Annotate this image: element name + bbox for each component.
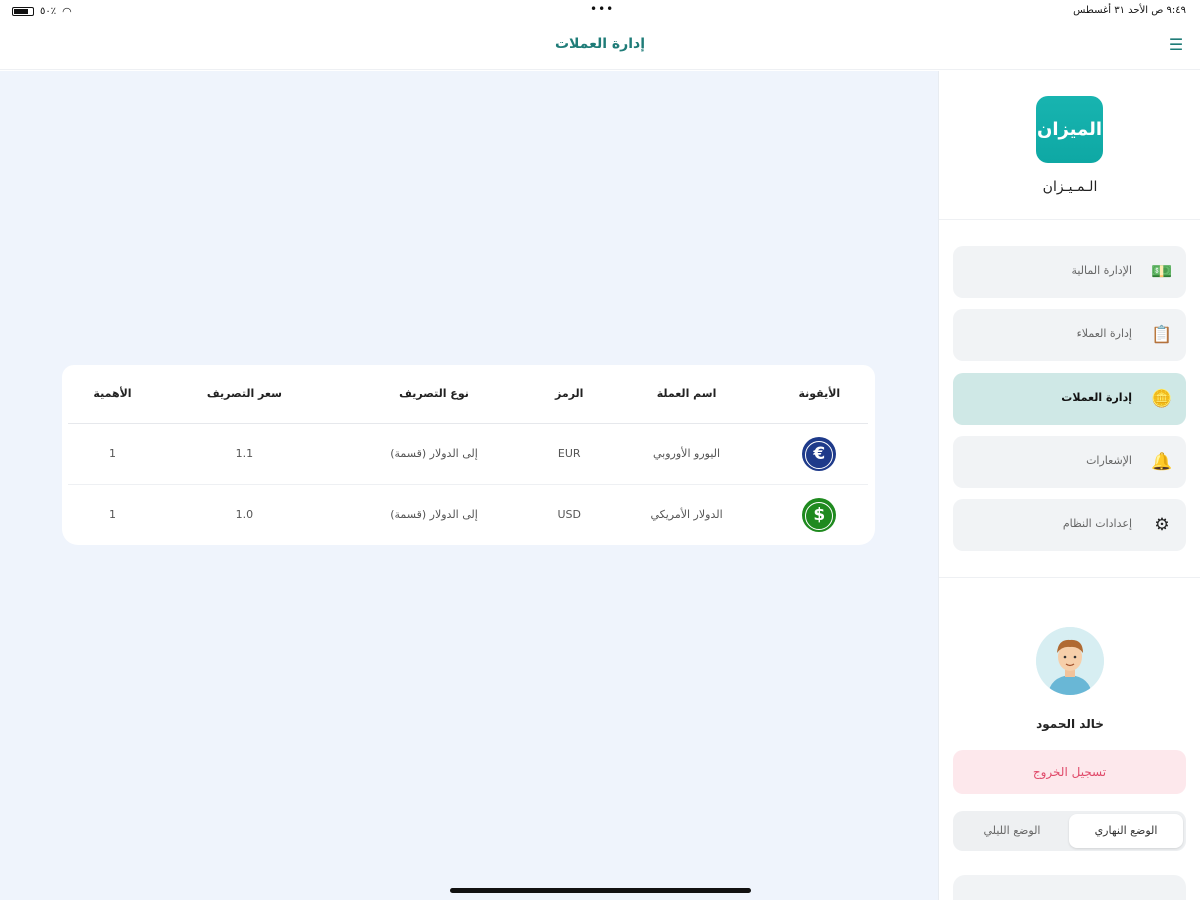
app-logo: الميزان <box>1036 96 1103 163</box>
wifi-icon: ◠ <box>62 5 72 18</box>
sidebar-item-money[interactable]: 💵 الإدارة المالية <box>953 246 1186 298</box>
column-header: اسم العملة <box>602 365 771 424</box>
column-header: سعر التصريف <box>156 365 332 424</box>
battery-icon <box>12 7 34 16</box>
logout-button[interactable]: تسجيل الخروج <box>953 750 1186 794</box>
currency-symbol: € <box>805 440 834 469</box>
user-name: خالد الحمود <box>1036 717 1104 731</box>
sidebar: الميزان الـمـيـزان 💵 الإدارة المالية 📋 إدار… <box>938 71 1200 900</box>
currency-table-card: الأيقونة اسم العملة الرمز نوع التصريف سعر ال… <box>62 365 875 545</box>
sidebar-divider <box>939 577 1200 578</box>
home-indicator[interactable] <box>450 888 751 893</box>
sidebar-item-gear[interactable]: ⚙ إعدادات النظام <box>953 499 1186 551</box>
table-header-row: الأيقونة اسم العملة الرمز نوع التصريف سعر ال… <box>68 365 868 424</box>
coin-icon: 🪙 <box>1151 389 1173 409</box>
sidebar-item-label: إعدادات النظام <box>1062 517 1132 530</box>
theme-mode-toggle: الوضع النهاري الوضع الليلي <box>953 811 1186 851</box>
cell-code: EUR <box>536 423 603 485</box>
cell-code: USD <box>557 508 581 522</box>
sidebar-item-label: الإدارة المالية <box>1071 264 1132 277</box>
currency-symbol: $ <box>805 501 834 530</box>
gear-icon: ⚙ <box>1154 515 1170 535</box>
cell-priority: 1 <box>108 508 116 522</box>
sidebar-item-coin[interactable]: 🪙 إدارة العملات <box>953 373 1186 425</box>
currency-icon-cell: $ <box>771 484 868 545</box>
currency-symbol-icon: € <box>802 436 837 471</box>
page-title: إدارة العملات <box>554 36 646 52</box>
cell-rate: 1.1 <box>156 423 332 485</box>
table-row[interactable]: $ الدولار الأمريكي USD إلى الدولار (قسمة) 1.… <box>68 484 868 545</box>
column-header: نوع التصريف <box>331 365 537 424</box>
logo-text: الميزان <box>1036 119 1103 140</box>
night-mode-option[interactable]: الوضع الليلي <box>955 814 1069 848</box>
top-bar: إدارة العملات ☰ <box>0 22 1200 70</box>
cell-type: إلى الدولار (قسمة) <box>331 423 537 485</box>
cell-priority: 1 <box>68 423 157 485</box>
sidebar-item-bell[interactable]: 🔔 الإشعارات <box>953 436 1186 488</box>
sidebar-item-label: الإشعارات <box>1086 454 1132 467</box>
multitask-dots[interactable]: ••• <box>590 2 614 16</box>
sidebar-bottom-card <box>953 875 1186 900</box>
currency-table: الأيقونة اسم العملة الرمز نوع التصريف سعر ال… <box>68 365 868 545</box>
sidebar-item-label: إدارة العملات <box>1061 391 1132 404</box>
brand-name: الـمـيـزان <box>1042 179 1098 195</box>
avatar[interactable] <box>1036 627 1104 695</box>
currency-icon-cell: € <box>770 423 868 485</box>
money-icon: 💵 <box>1151 262 1173 282</box>
status-time-date: ٩:٤٩ ص الأحد ٣١ أغسطس <box>1073 5 1186 16</box>
column-header: الأهمية <box>68 365 157 424</box>
column-header: الأيقونة <box>770 365 868 424</box>
cell-type: إلى الدولار (قسمة) <box>390 508 478 522</box>
table-row[interactable]: € اليورو الأوروبي EUR إلى الدولار (قسمة) 1.1… <box>68 423 868 485</box>
battery-level: ٥٠٪ <box>40 6 57 17</box>
currency-symbol-icon: $ <box>802 497 837 532</box>
sidebar-item-label: إدارة العملاء <box>1076 327 1132 340</box>
cell-name: اليورو الأوروبي <box>602 423 771 485</box>
bell-icon: 🔔 <box>1151 452 1173 472</box>
day-mode-option[interactable]: الوضع النهاري <box>1069 814 1183 848</box>
cell-rate: 1.0 <box>235 508 254 522</box>
status-bar: ٥٠٪ ◠ ••• ٩:٤٩ ص الأحد ٣١ أغسطس <box>0 0 1200 22</box>
clients-icon: 📋 <box>1151 325 1173 345</box>
sidebar-item-clients[interactable]: 📋 إدارة العملاء <box>953 309 1186 361</box>
user-avatar-illustration <box>1036 627 1104 695</box>
list-menu-icon[interactable]: ☰ <box>1166 36 1186 54</box>
cell-name: الدولار الأمريكي <box>650 508 723 522</box>
column-header: الرمز <box>536 365 603 424</box>
sidebar-divider <box>939 219 1200 220</box>
